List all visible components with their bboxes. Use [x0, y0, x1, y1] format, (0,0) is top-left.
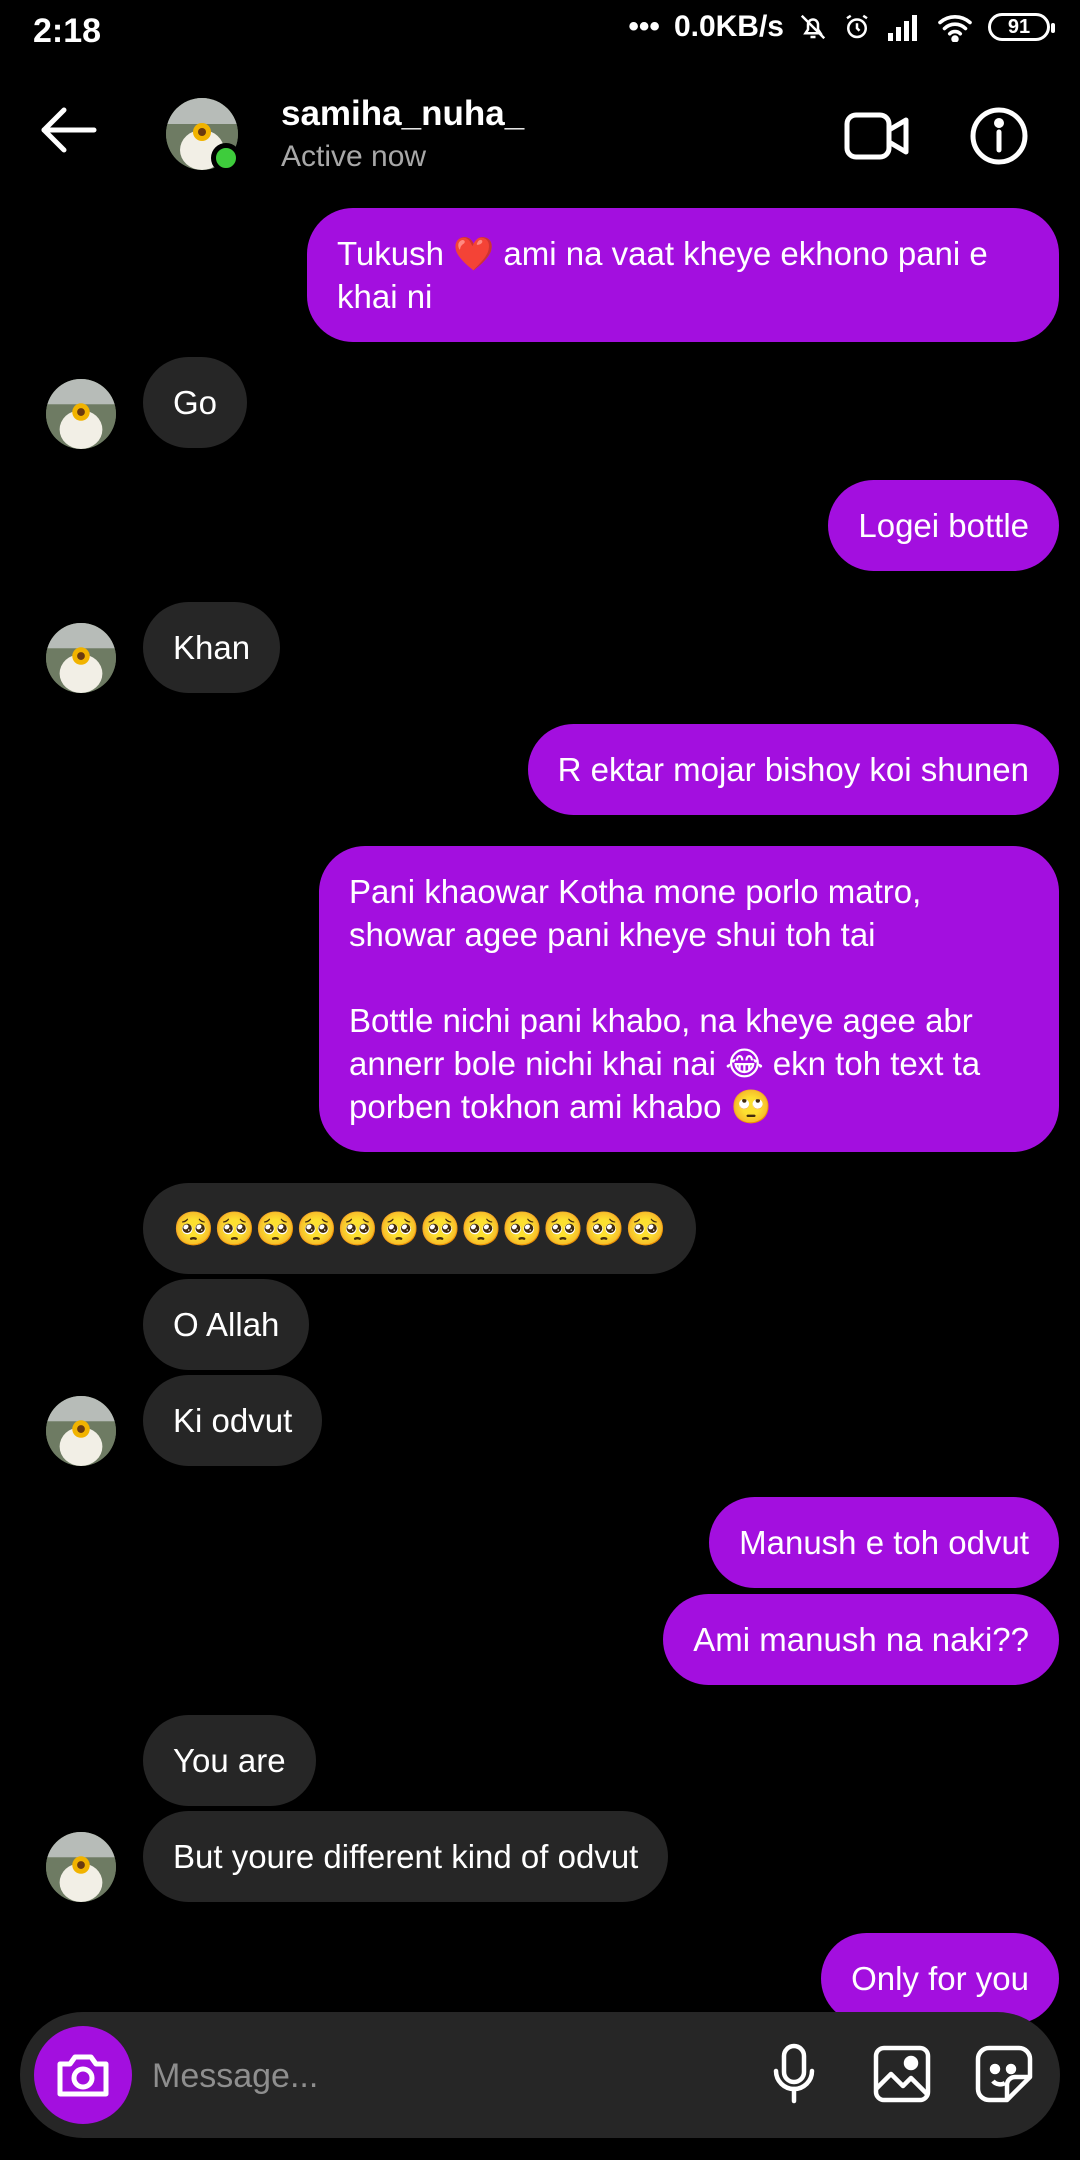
- message-incoming[interactable]: 🥺🥺🥺🥺🥺🥺🥺🥺🥺🥺🥺🥺: [143, 1183, 697, 1274]
- message-outgoing[interactable]: Logei bottle: [828, 480, 1059, 571]
- sender-avatar[interactable]: [46, 1396, 116, 1466]
- mute-bell-icon: [798, 12, 828, 42]
- sticker-icon[interactable]: [966, 2036, 1042, 2112]
- gallery-icon[interactable]: [864, 2036, 940, 2112]
- message-incoming[interactable]: O Allah: [143, 1279, 310, 1370]
- microphone-icon[interactable]: [756, 2036, 832, 2112]
- network-speed: 0.0KB/s: [673, 10, 784, 43]
- alarm-icon: [842, 12, 872, 42]
- status-bar: 2:18 ••• 0.0KB/s 91: [0, 0, 1080, 62]
- message-outgoing[interactable]: Pani khaowar Kotha mone porlo matro, sho…: [319, 846, 1059, 1152]
- signal-icon: [886, 13, 922, 41]
- back-arrow-icon[interactable]: [38, 106, 102, 154]
- message-outgoing[interactable]: Tukush ❤️ ami na vaat kheye ekhono pani …: [307, 208, 1059, 342]
- message-outgoing[interactable]: Only for you: [821, 1933, 1059, 2024]
- message-incoming[interactable]: Go: [143, 357, 248, 448]
- message-incoming[interactable]: Ki odvut: [143, 1375, 323, 1466]
- message-input[interactable]: [150, 2042, 714, 2110]
- dots-icon: •••: [628, 10, 660, 43]
- message-incoming[interactable]: Khan: [143, 602, 281, 693]
- sender-avatar[interactable]: [46, 1832, 116, 1902]
- message-outgoing[interactable]: Manush e toh odvut: [709, 1497, 1059, 1588]
- sender-avatar[interactable]: [46, 623, 116, 693]
- camera-icon[interactable]: [34, 2026, 132, 2124]
- video-call-icon[interactable]: [844, 106, 910, 166]
- info-icon[interactable]: [966, 106, 1032, 166]
- wifi-icon: [936, 12, 974, 42]
- sender-avatar[interactable]: [46, 379, 116, 449]
- message-outgoing[interactable]: R ektar mojar bishoy koi shunen: [527, 724, 1059, 815]
- status-icons: ••• 0.0KB/s 91: [628, 10, 1055, 44]
- online-indicator: [211, 143, 241, 173]
- chat-username[interactable]: samiha_nuha_: [281, 94, 524, 134]
- message-incoming[interactable]: You are: [143, 1715, 316, 1806]
- active-status: Active now: [281, 140, 427, 173]
- battery-icon: 91: [988, 13, 1055, 41]
- status-time: 2:18: [33, 12, 102, 50]
- chat-header: samiha_nuha_ Active now: [0, 62, 1080, 210]
- message-incoming[interactable]: But youre different kind of odvut: [143, 1811, 669, 1902]
- message-outgoing[interactable]: Ami manush na naki??: [663, 1594, 1059, 1685]
- message-composer: [20, 2012, 1060, 2138]
